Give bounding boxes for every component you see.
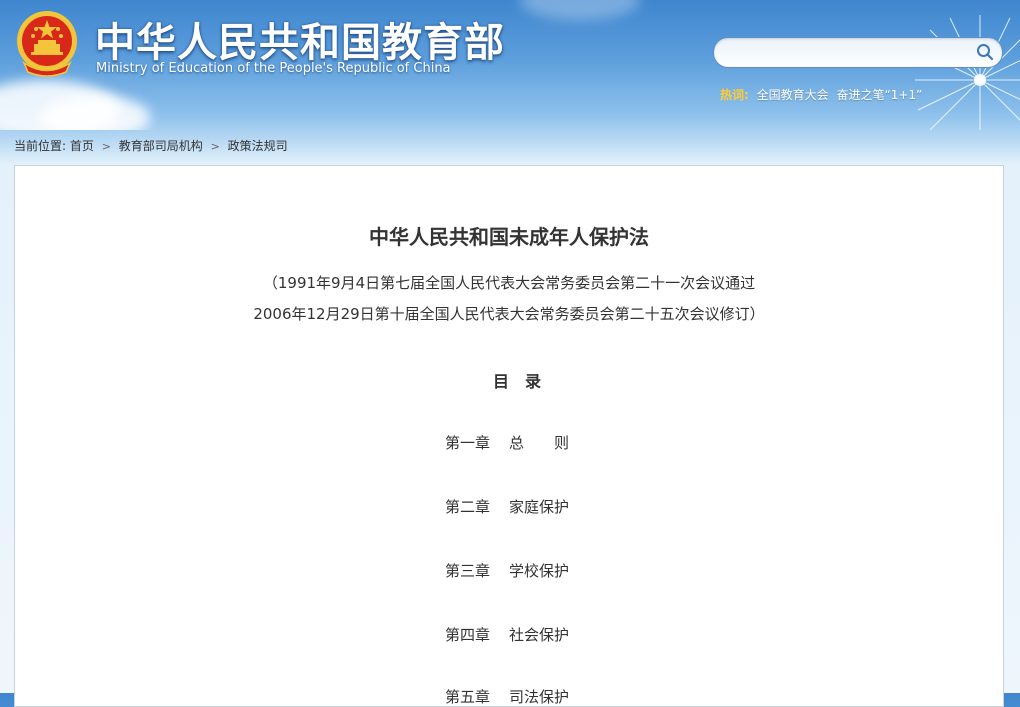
breadcrumb-item-home[interactable]: 首页 (70, 139, 94, 153)
site-title-en: Ministry of Education of the People's Re… (96, 61, 451, 76)
toc-chapter-number: 第一章 (445, 434, 491, 452)
toc-item: 第一章总 则 (445, 432, 569, 453)
toc-item: 第五章 司法保护 (445, 686, 569, 707)
article-panel: 中华人民共和国未成年人保护法 （1991年9月4日第七届全国人民代表大会常务委员… (14, 165, 1004, 707)
toc-heading: 目录 (492, 372, 557, 391)
toc-item: 第二章 家庭保护 (445, 496, 569, 517)
hot-words-label: 热词: (720, 88, 749, 102)
search-icon[interactable] (976, 43, 994, 61)
toc-chapter-number: 第二章 (445, 498, 491, 516)
toc-item: 第三章 学校保护 (445, 560, 569, 581)
article-subline: 2006年12月29日第十届全国人民代表大会常务委员会第二十五次会议修订） (253, 305, 765, 323)
national-emblem-icon (17, 11, 77, 77)
dandelion-decoration (915, 15, 1020, 130)
site-header: 中华人民共和国教育部 Ministry of Education of the … (0, 0, 1020, 130)
toc-chapter-name: 社会保护 (509, 626, 570, 644)
toc-chapter-name: 学校保护 (509, 562, 570, 580)
article-title: 中华人民共和国未成年人保护法 (369, 225, 649, 249)
chevron-right-icon: > (210, 140, 220, 153)
breadcrumb-item-departments[interactable]: 教育部司局机构 (119, 139, 203, 153)
cloud-decoration (520, 0, 640, 20)
search-box (713, 37, 1003, 68)
hot-words: 热词: 全国教育大会 奋进之笔“1+1” (720, 86, 922, 103)
breadcrumb-prefix: 当前位置: (14, 139, 67, 153)
hot-link-education-conference[interactable]: 全国教育大会 (757, 88, 829, 102)
hot-link-fenjin-zhibi[interactable]: 奋进之笔“1+1” (836, 88, 922, 102)
article-subline: （1991年9月4日第七届全国人民代表大会常务委员会第二十一次会议通过 (262, 274, 756, 292)
toc-chapter-number: 第三章 (445, 562, 491, 580)
toc-item: 第四章 社会保护 (445, 624, 569, 645)
breadcrumb: 当前位置: 首页 > 教育部司局机构 > 政策法规司 (14, 137, 288, 154)
site-title-cn: 中华人民共和国教育部 (95, 19, 505, 66)
search-input[interactable] (726, 42, 970, 64)
toc-chapter-name: 总 则 (509, 434, 570, 452)
chevron-right-icon: > (101, 140, 111, 153)
toc-chapter-name: 司法保护 (509, 688, 570, 706)
toc-chapter-name: 家庭保护 (509, 498, 570, 516)
toc-chapter-number: 第五章 (445, 688, 491, 706)
toc-chapter-number: 第四章 (445, 626, 491, 644)
breadcrumb-item-policy-law[interactable]: 政策法规司 (228, 139, 288, 153)
cloud-decoration (40, 95, 150, 130)
